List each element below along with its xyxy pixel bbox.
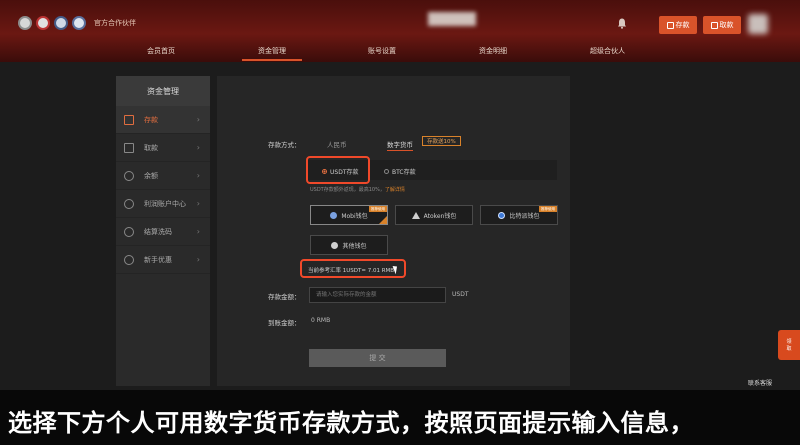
chevron-right-icon: › [196,115,200,124]
tab-crypto[interactable]: 数字货币 [387,139,413,151]
selected-corner-icon [379,216,387,224]
atoken-wallet-icon [411,211,420,219]
tab-rmb[interactable]: 人民币 [327,139,347,149]
wallet-label: Mobi钱包 [341,212,368,220]
deposit-card-icon [124,114,134,125]
wallet-atoken[interactable]: Atoken钱包 [395,205,473,225]
sidebar-item-deposit[interactable]: 存款 › [116,106,210,134]
nav-fund-management[interactable]: 资金管理 [242,46,302,61]
deposit-panel [217,76,570,386]
nav-super-partner[interactable]: 超级合伙人 [590,46,625,56]
sidebar-item-newbie-offer[interactable]: 新手优惠 › [116,246,210,274]
club-logo-2-icon [36,16,50,30]
header-withdraw-button[interactable]: 取款 [703,16,741,34]
promo-tag: 存款送10% [422,136,461,146]
club-logo-4-icon [72,16,86,30]
nav-member-home[interactable]: 会员首页 [147,46,175,56]
arrive-amount-label: 到账金额： [268,319,301,327]
sidebar-title: 资金管理 [116,76,210,106]
usdt-bonus-note: USDT存款额外返现，最高10%，了解详情 [310,186,405,193]
chevron-right-icon: › [196,227,200,236]
header-withdraw-label: 取款 [719,21,734,29]
sidebar-item-label: 取款 [144,143,158,152]
settlement-icon [124,226,134,237]
coin-icon [124,198,134,209]
gift-text-1: 领 [786,339,792,345]
bitpie-wallet-icon [498,211,506,219]
arrive-amount-value: 0 RMB [311,317,331,324]
chevron-right-icon: › [196,143,200,152]
header-deposit-label: 存款 [675,21,690,29]
sidebar-item-label: 余额 [144,171,158,180]
sidebar: 资金管理 存款 › 取款 › 余额 › 利润账户中心 › 结算洗码 › 新手优惠… [116,76,210,386]
mobi-wallet-icon [330,211,338,219]
wallet-other[interactable]: 其他钱包 [310,235,388,255]
recommend-tag: 推荐使用 [539,206,557,212]
submit-button[interactable]: 提 交 [309,349,446,367]
wallet-label: 比特派钱包 [509,212,540,220]
gift-text-2: 取 [786,346,792,352]
sidebar-item-label: 新手优惠 [144,255,172,264]
contact-support-link[interactable]: 联系客服 [748,378,772,387]
club-logo-1-icon [18,16,32,30]
sidebar-item-balance[interactable]: 余额 › [116,162,210,190]
subtitle-caption: 选择下方个人可用数字货币存款方式，按照页面提示输入信息， [8,409,694,437]
wallet-mobi[interactable]: Mobi钱包 推荐使用 [310,205,388,225]
chevron-right-icon: › [196,171,200,180]
nav-account-settings[interactable]: 账号设置 [368,46,396,56]
bell-icon[interactable] [617,18,627,29]
note-text: USDT存款额外返现，最高10%， [310,187,385,193]
wallet-label: 其他钱包 [342,242,367,250]
recommend-tag: 推荐使用 [369,206,387,212]
btc-option-label: BTC存款 [392,169,416,176]
top-header: 官方合作伙伴 存款 取款 会员首页 资金管理 账号设置 资金明细 超级合伙人 [0,0,800,62]
sidebar-item-profit-center[interactable]: 利润账户中心 › [116,190,210,218]
wallet-label: Atoken钱包 [423,212,457,220]
wallet-bitpie[interactable]: 比特派钱包 推荐使用 [480,205,558,225]
brand-logos[interactable]: 官方合作伙伴 [18,16,136,30]
amount-label: 存款金额： [268,293,301,301]
withdraw-icon [710,21,718,29]
highlight-usdt-box [306,156,370,184]
wallet-icon [124,142,134,153]
sidebar-item-label: 存款 [144,115,158,124]
deposit-icon [666,21,674,29]
header-deposit-button[interactable]: 存款 [659,16,697,34]
blurred-username [428,12,476,26]
gift-icon [124,254,134,265]
btc-deposit-option[interactable]: BTC存款 [384,167,416,176]
nav-fund-details[interactable]: 资金明细 [479,46,507,56]
club-logo-3-icon [54,16,68,30]
learn-more-link[interactable]: 了解详情 [385,187,405,193]
radio-unselected-icon [384,169,389,174]
sidebar-item-label: 利润账户中心 [144,199,186,208]
sidebar-item-withdraw[interactable]: 取款 › [116,134,210,162]
amount-unit: USDT [452,291,469,298]
sidebar-item-label: 结算洗码 [144,227,172,236]
exchange-rate-text: 当前参考汇率 1USDT= 7.01 RMB [308,268,395,274]
chevron-right-icon: › [196,199,200,208]
chevron-right-icon: › [196,255,200,264]
amount-input[interactable] [309,287,446,303]
money-bag-icon [124,170,134,181]
floating-gift-button[interactable]: 领 取 [778,330,800,360]
main-nav: 会员首页 资金管理 账号设置 资金明细 超级合伙人 [0,44,800,62]
other-wallet-icon [331,241,339,249]
avatar[interactable] [748,14,768,34]
brand-text: 官方合作伙伴 [94,19,136,27]
sidebar-item-settlement[interactable]: 结算洗码 › [116,218,210,246]
deposit-method-label: 存款方式： [268,141,301,149]
